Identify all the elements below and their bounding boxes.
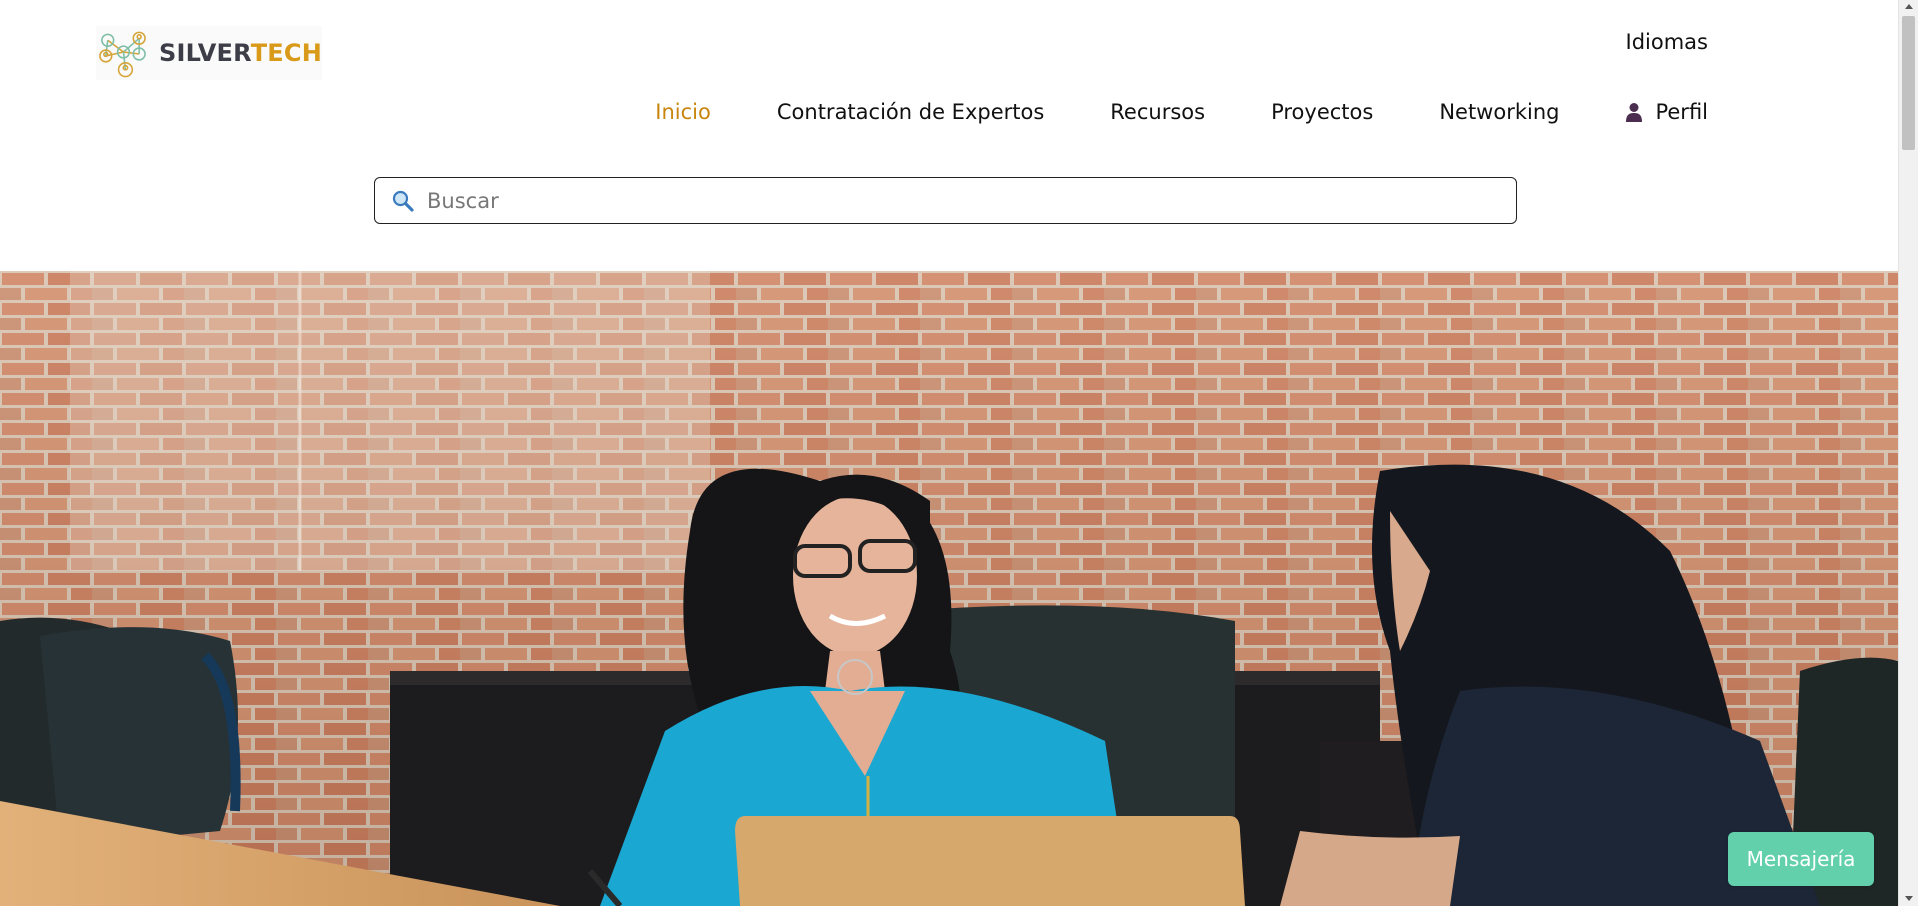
brand-name-part1: SILVER — [158, 39, 251, 67]
scroll-up-arrow-icon[interactable] — [1905, 4, 1913, 9]
page: SILVERTECH Idiomas Inicio Contratación d… — [0, 0, 1898, 906]
brand-logo[interactable]: SILVERTECH — [96, 26, 322, 80]
languages-link[interactable]: Idiomas — [1626, 30, 1708, 54]
site-header: SILVERTECH Idiomas Inicio Contratación d… — [0, 0, 1898, 271]
search-input[interactable] — [427, 188, 1507, 213]
nav-item-perfil[interactable]: Perfil — [1625, 100, 1708, 124]
vertical-scrollbar[interactable] — [1898, 0, 1918, 906]
nav-item-networking[interactable]: Networking — [1439, 100, 1559, 124]
nav-item-inicio[interactable]: Inicio — [655, 100, 711, 124]
nav-item-label: Networking — [1439, 100, 1560, 124]
nav-item-proyectos[interactable]: Proyectos — [1271, 100, 1373, 124]
scroll-thumb[interactable] — [1902, 16, 1915, 150]
nav-item-contratacion-de-expertos[interactable]: Contratación de Expertos — [777, 100, 1044, 124]
search-bar — [374, 177, 1517, 224]
hero-image — [0, 271, 1898, 906]
nav-item-label: Inicio — [655, 100, 711, 124]
scroll-down-arrow-icon[interactable] — [1905, 896, 1913, 901]
brand-name-part2: TECH — [250, 39, 322, 67]
hero-photo — [0, 271, 1898, 906]
search-icon — [392, 190, 414, 212]
nav-item-label: Contratación de Expertos — [776, 100, 1045, 124]
main-nav: Inicio Contratación de Expertos Recursos… — [655, 100, 1708, 124]
messaging-button[interactable]: Mensajería — [1728, 832, 1874, 886]
nav-item-label: Recursos — [1110, 100, 1206, 124]
nav-item-label: Proyectos — [1271, 100, 1374, 124]
nav-item-label: Perfil — [1655, 100, 1708, 124]
network-people-logo-icon — [99, 31, 146, 78]
user-icon — [1626, 103, 1643, 122]
nav-item-recursos[interactable]: Recursos — [1110, 100, 1205, 124]
brand-name: SILVERTECH — [159, 39, 322, 67]
